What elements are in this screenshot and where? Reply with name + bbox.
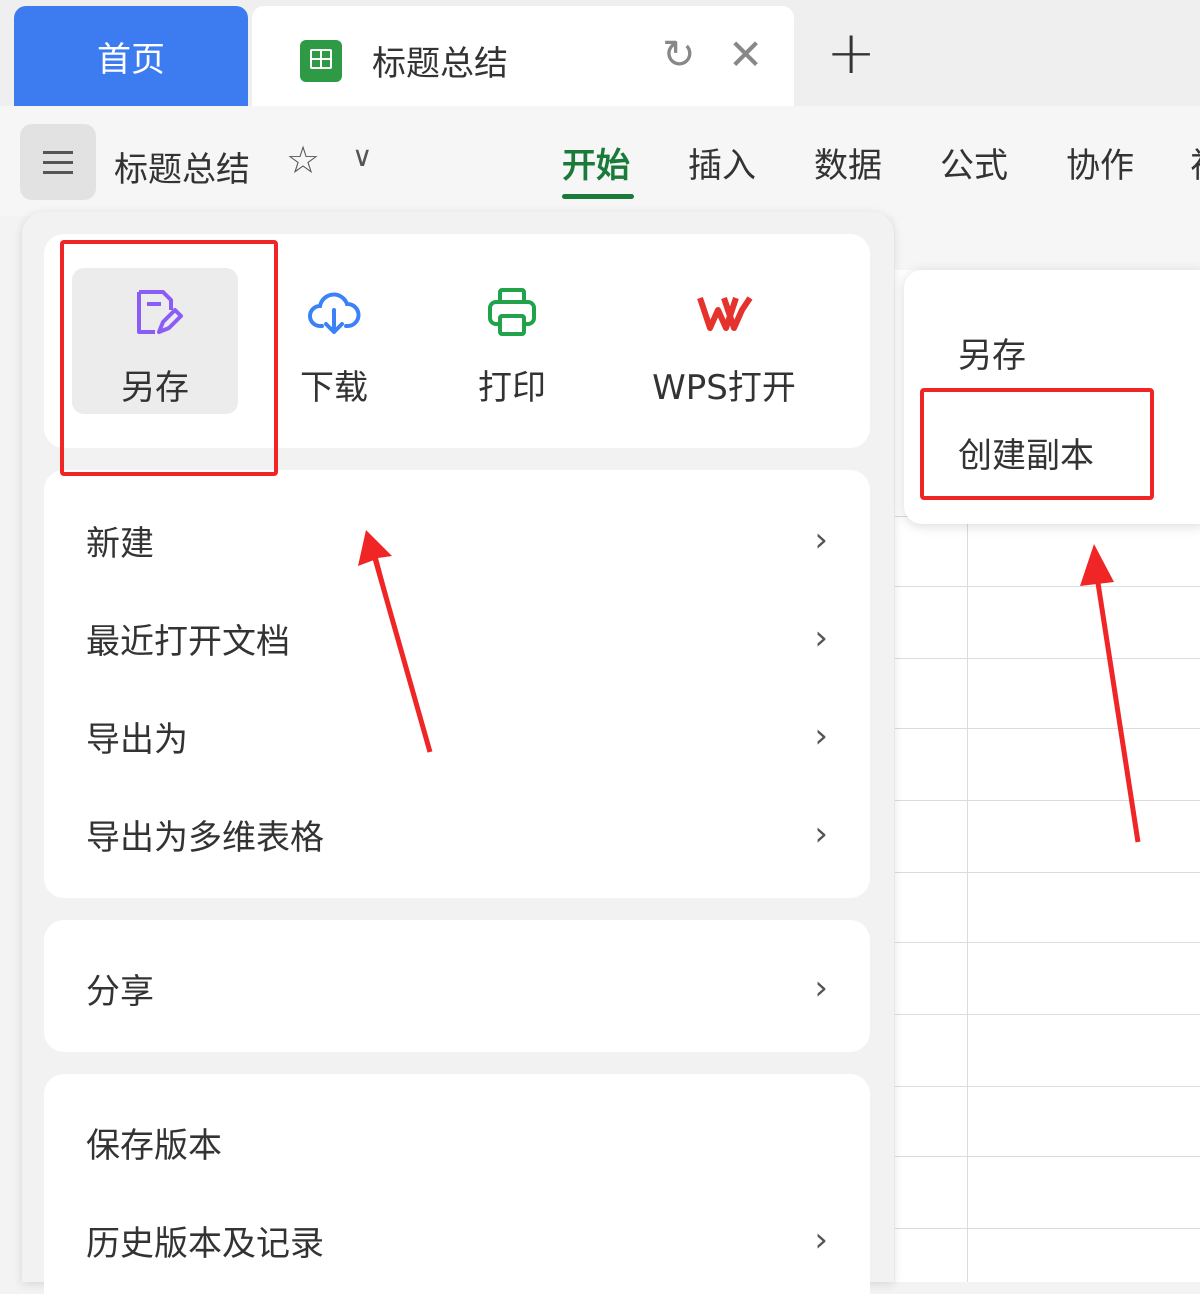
active-tab-indicator (562, 194, 634, 199)
document-title[interactable]: 标题总结 (114, 142, 250, 191)
tab-bar: 首页 标题总结 ↻ ✕ + (0, 0, 1200, 106)
menu-item-history[interactable]: 历史版本及记录 › (86, 1216, 828, 1276)
refresh-icon[interactable]: ↻ (662, 32, 696, 78)
toolbar: 标题总结 ☆ ∨ 开始 插入 数据 公式 协作 视 (0, 106, 1200, 216)
menu-item-recent[interactable]: 最近打开文档 › (86, 614, 828, 674)
grid-line (895, 1086, 1200, 1087)
menu-group-share: 分享 › (44, 920, 870, 1052)
wps-open-label: WPS打开 (652, 368, 796, 408)
menu-item-label: 新建 (86, 524, 154, 564)
ribbon-tab-data[interactable]: 数据 (814, 138, 882, 187)
grid-line (895, 586, 1200, 587)
wps-logo-icon (697, 296, 753, 331)
ribbon-tab-formula[interactable]: 公式 (940, 138, 1008, 187)
menu-item-export[interactable]: 导出为 › (86, 712, 828, 772)
tab-home[interactable]: 首页 (14, 6, 248, 106)
menu-group-file: 新建 › 最近打开文档 › 导出为 › 导出为多维表格 › (44, 470, 870, 898)
grid-line (895, 658, 1200, 659)
download-label: 下载 (300, 368, 368, 408)
main-menu-button[interactable] (20, 124, 96, 200)
chevron-right-icon: › (814, 716, 828, 756)
menu-item-share[interactable]: 分享 › (86, 964, 828, 1024)
grid-line (895, 942, 1200, 943)
spreadsheet-icon (300, 40, 342, 82)
ribbon-tab-insert[interactable]: 插入 (688, 138, 756, 187)
close-icon[interactable]: ✕ (728, 30, 763, 79)
menu-item-label: 保存版本 (86, 1126, 222, 1166)
highlight-box-save-as (60, 240, 278, 476)
menu-item-export-multitable[interactable]: 导出为多维表格 › (86, 810, 828, 870)
print-button[interactable]: 打印 (442, 268, 582, 414)
print-label: 打印 (478, 368, 546, 408)
chevron-right-icon: › (814, 968, 828, 1008)
menu-item-label: 导出为 (86, 720, 188, 760)
grid-line (967, 516, 968, 1282)
menu-group-versions: 保存版本 历史版本及记录 › (44, 1074, 870, 1294)
grid-line (895, 872, 1200, 873)
chevron-right-icon: › (814, 814, 828, 854)
grid-line (895, 800, 1200, 801)
ribbon-tab-start[interactable]: 开始 (562, 138, 630, 187)
grid-line (895, 1228, 1200, 1229)
chevron-down-icon[interactable]: ∨ (352, 140, 373, 173)
chevron-right-icon: › (814, 618, 828, 658)
highlight-box-create-copy (920, 388, 1154, 500)
plus-icon[interactable]: + (826, 18, 876, 88)
chevron-right-icon: › (814, 1220, 828, 1260)
tab-document-title: 标题总结 (372, 44, 508, 84)
download-button[interactable]: 下载 (264, 268, 404, 414)
grid-line (895, 728, 1200, 729)
submenu-item-save-as[interactable]: 另存 (958, 328, 1026, 377)
menu-item-label: 导出为多维表格 (86, 818, 324, 858)
star-icon[interactable]: ☆ (286, 138, 320, 182)
menu-item-save-version[interactable]: 保存版本 (86, 1118, 828, 1178)
menu-item-label: 最近打开文档 (86, 622, 290, 662)
ribbon-tab-view[interactable]: 视 (1190, 138, 1200, 187)
chevron-right-icon: › (814, 520, 828, 560)
cloud-download-icon (308, 292, 361, 334)
printer-icon (488, 288, 536, 336)
tab-document[interactable]: 标题总结 ↻ ✕ (252, 6, 794, 106)
format-toolbar-strip (895, 216, 1200, 270)
wps-open-button[interactable]: WPS打开 (634, 268, 814, 414)
menu-item-new[interactable]: 新建 › (86, 516, 828, 576)
ribbon-tab-collab[interactable]: 协作 (1066, 138, 1134, 187)
menu-item-label: 历史版本及记录 (86, 1224, 324, 1264)
hamburger-icon (43, 150, 73, 174)
grid-line (895, 1156, 1200, 1157)
menu-item-label: 分享 (86, 972, 154, 1012)
grid-line (895, 1014, 1200, 1015)
